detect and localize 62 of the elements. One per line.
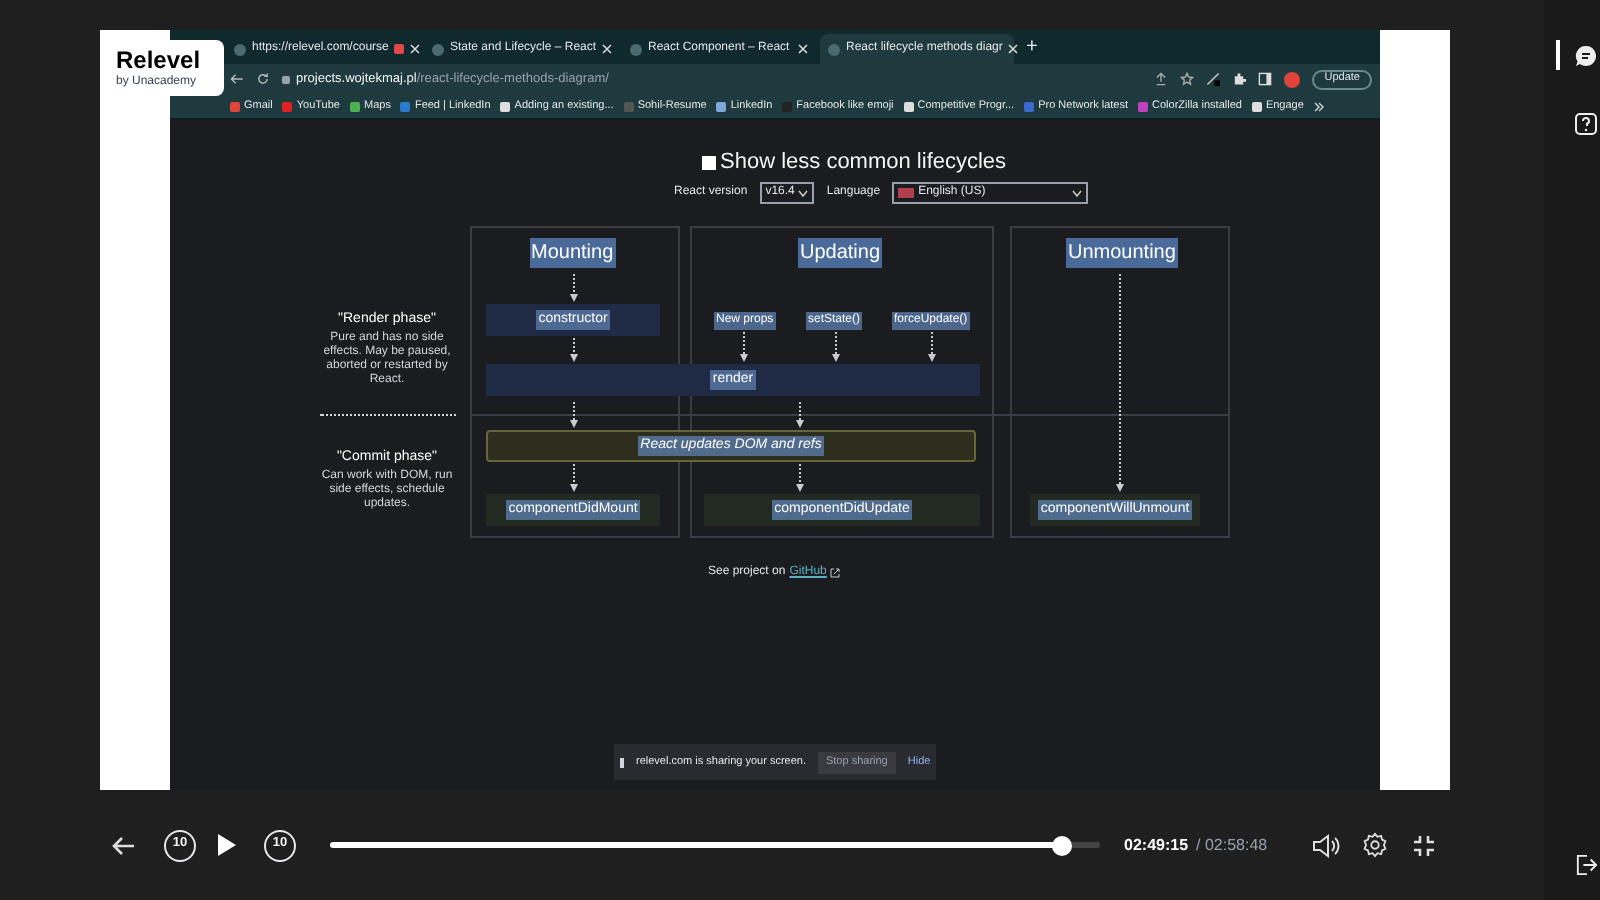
flag-icon [898, 188, 915, 198]
close-icon[interactable] [602, 44, 613, 54]
bookmark-icon [500, 101, 511, 111]
bookmark-icon [230, 101, 240, 111]
chat-icon[interactable] [1574, 44, 1598, 68]
bookmark-icon [716, 101, 727, 111]
bookmark-icon [782, 101, 793, 111]
settings-icon[interactable] [1361, 832, 1388, 858]
bookmark-icon [400, 101, 411, 111]
arrow [570, 274, 578, 302]
favicon-icon [630, 43, 642, 55]
progress-thumb[interactable] [1051, 835, 1072, 855]
share-icon[interactable] [1154, 72, 1169, 86]
favicon-icon [234, 43, 246, 55]
arrow [740, 332, 748, 362]
close-icon[interactable] [1008, 44, 1019, 54]
logo-text: Relevel [116, 46, 201, 75]
column-title: Unmounting [1066, 238, 1178, 268]
profile-avatar[interactable] [1284, 71, 1301, 87]
external-link-icon [830, 568, 841, 578]
star-icon[interactable] [1180, 72, 1195, 86]
caret-icon [798, 189, 809, 197]
logout-icon[interactable] [1576, 854, 1598, 876]
arrow [570, 464, 578, 492]
play-icon[interactable] [216, 832, 238, 858]
help-icon[interactable] [1574, 112, 1598, 136]
back-icon[interactable] [112, 835, 136, 855]
arrow [570, 402, 578, 428]
bookmark-icon [1138, 101, 1149, 111]
back-icon[interactable] [230, 72, 244, 86]
checkbox[interactable] [702, 155, 716, 170]
new-tab-button[interactable]: + [1018, 32, 1046, 62]
arrow [570, 338, 578, 362]
close-icon[interactable] [410, 44, 421, 54]
sidebar-icon[interactable] [1258, 72, 1273, 86]
arrow [796, 464, 804, 492]
current-time: 02:49:15 [1124, 833, 1189, 857]
active-indicator [1556, 40, 1560, 70]
close-icon[interactable] [798, 44, 808, 54]
bookmark-icon [1251, 101, 1262, 111]
bookmark-icon [350, 101, 360, 111]
favicon-icon [828, 43, 840, 55]
arrow [928, 332, 936, 362]
caret-icon [1072, 189, 1083, 197]
bookmark-icon [903, 101, 914, 111]
checkbox-label: Show less common lifecycles [720, 148, 1007, 178]
bookmark-icon [1024, 101, 1035, 111]
reload-icon[interactable] [256, 72, 270, 86]
lock-icon [282, 75, 290, 83]
exit-fullscreen-icon[interactable] [1411, 833, 1436, 857]
arrow [796, 402, 804, 428]
puzzle-icon[interactable] [1232, 72, 1247, 86]
column-title: Mounting [529, 238, 616, 268]
volume-icon[interactable] [1311, 833, 1340, 857]
bookmark-icon [623, 101, 634, 111]
arrow [832, 332, 840, 362]
column-title: Updating [798, 238, 883, 268]
more-bookmarks-icon[interactable] [1313, 101, 1324, 111]
bookmark-icon [282, 101, 293, 111]
pen-icon[interactable] [1206, 72, 1221, 86]
total-time: / 02:58:48 [1196, 833, 1268, 857]
favicon-icon [432, 43, 444, 55]
